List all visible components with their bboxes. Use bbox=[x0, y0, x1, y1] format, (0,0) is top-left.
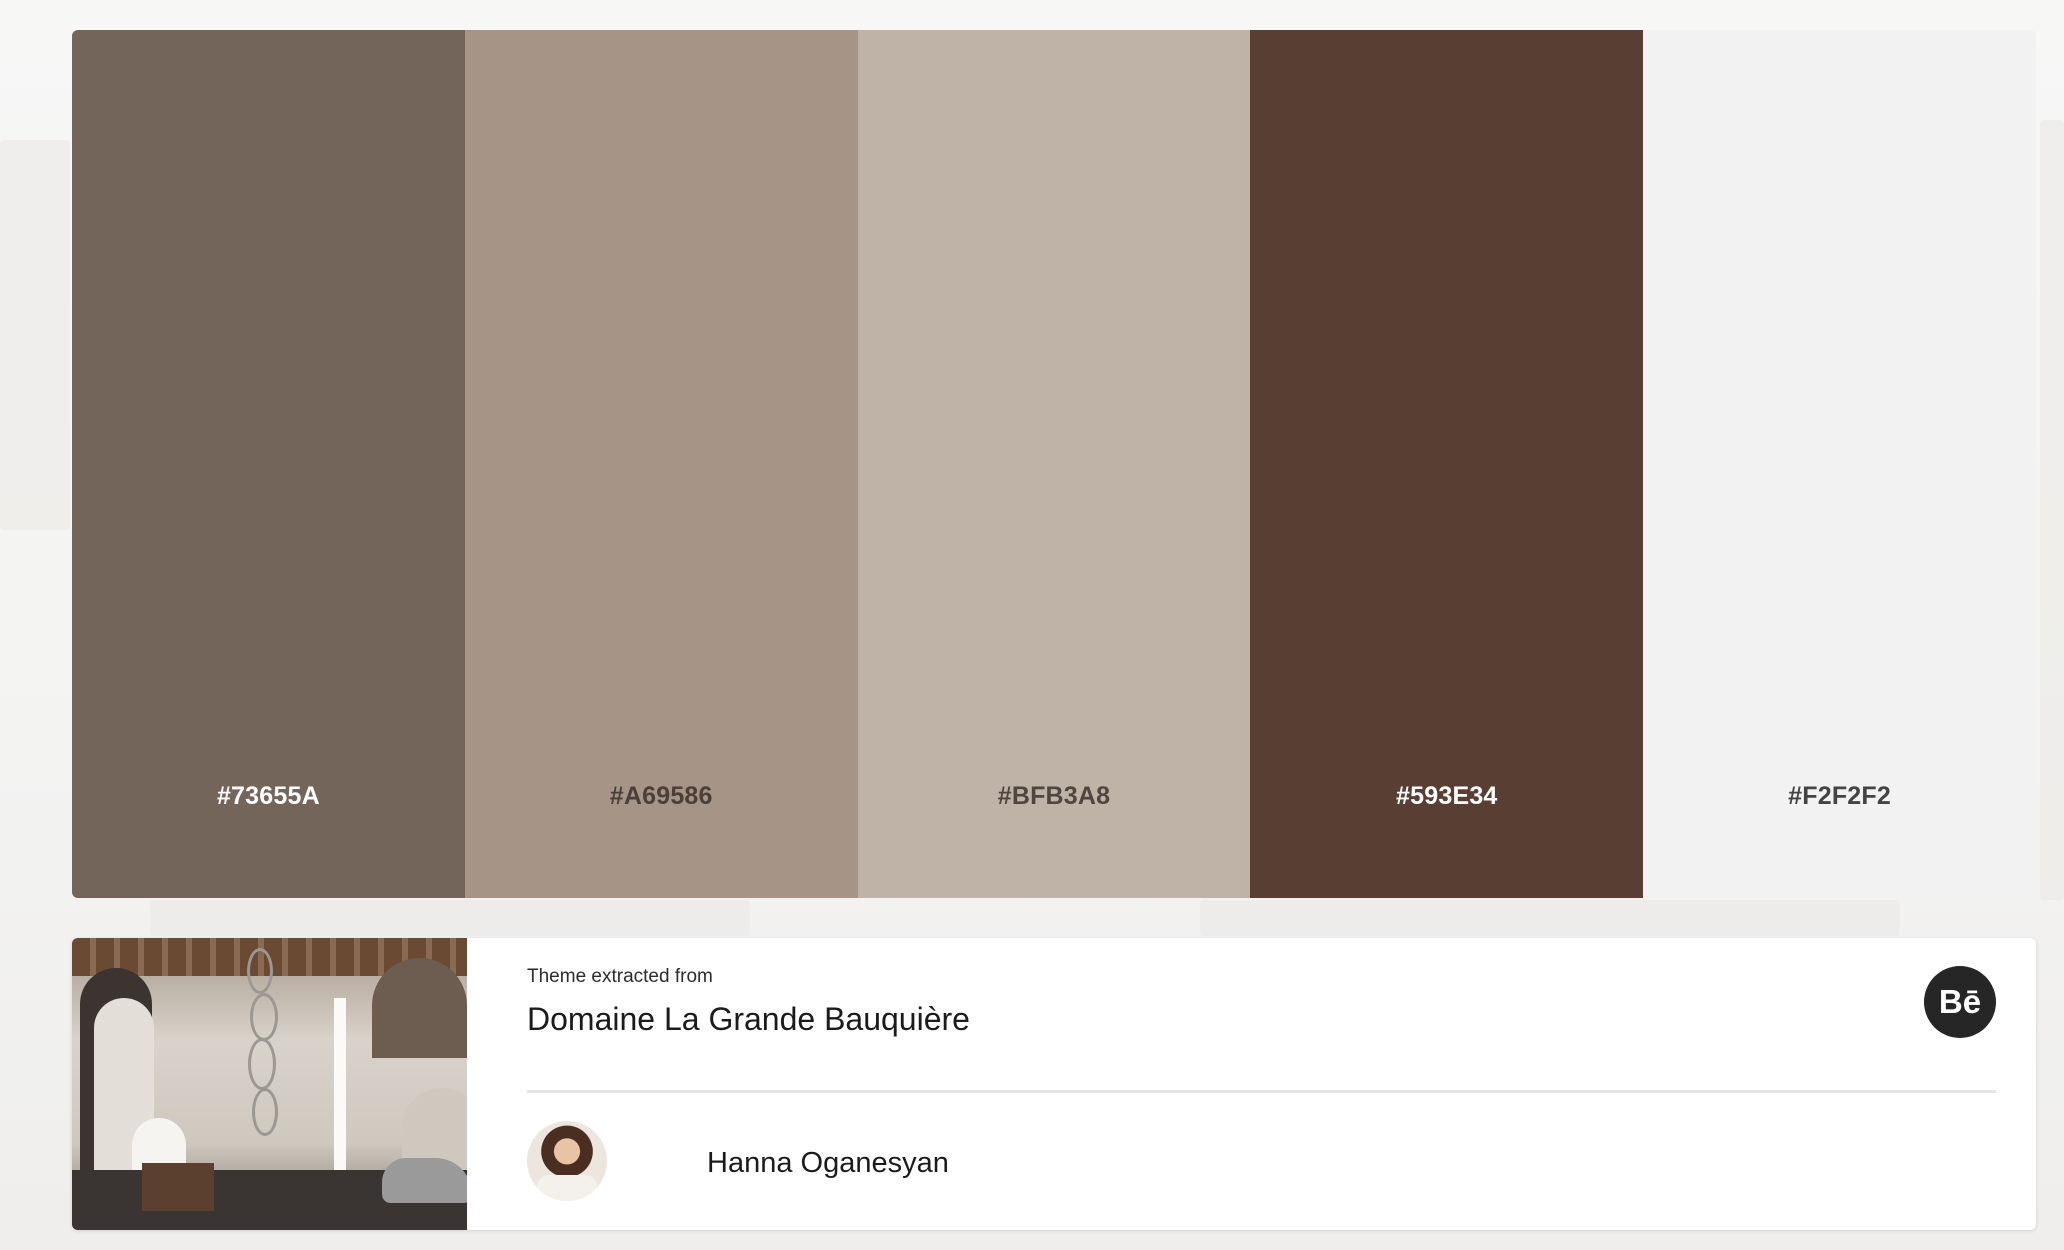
color-hex-label: #73655A bbox=[216, 782, 320, 810]
background-shape bbox=[150, 900, 750, 936]
thumbnail-block bbox=[142, 1163, 214, 1211]
thumbnail-lamp bbox=[247, 948, 273, 994]
color-swatch-1[interactable]: #73655A bbox=[72, 30, 465, 898]
color-hex-label: #BFB3A8 bbox=[997, 782, 1111, 810]
color-swatch-3[interactable]: #BFB3A8 bbox=[857, 30, 1251, 898]
behance-icon[interactable]: Bē bbox=[1924, 966, 1996, 1038]
card-body: Theme extracted from Domaine La Grande B… bbox=[467, 938, 2036, 1230]
divider bbox=[527, 1090, 1996, 1093]
avatar-shirt bbox=[537, 1175, 597, 1201]
thumbnail-lamp bbox=[250, 993, 278, 1041]
thumbnail-arch bbox=[372, 958, 467, 1058]
thumbnail-car bbox=[382, 1158, 467, 1203]
theme-source-card: Theme extracted from Domaine La Grande B… bbox=[72, 938, 2036, 1230]
avatar[interactable] bbox=[527, 1121, 607, 1201]
color-hex-label: #593E34 bbox=[1396, 782, 1498, 810]
thumbnail-lamp bbox=[248, 1038, 276, 1090]
background-shape bbox=[2040, 120, 2064, 900]
color-swatch-5[interactable]: #F2F2F2 bbox=[1643, 30, 2036, 898]
background-shape bbox=[1200, 900, 1900, 936]
author-name-link[interactable]: Hanna Oganesyan bbox=[707, 1147, 949, 1180]
extracted-from-label: Theme extracted from bbox=[527, 966, 713, 987]
background-shape bbox=[0, 140, 70, 530]
color-swatch-4[interactable]: #593E34 bbox=[1250, 30, 1644, 898]
thumbnail-light bbox=[334, 998, 346, 1198]
page: #73655A #A69586 #BFB3A8 #593E34 #F2F2F2 bbox=[0, 0, 2064, 1250]
source-thumbnail[interactable] bbox=[72, 938, 467, 1230]
color-hex-label: #F2F2F2 bbox=[1788, 782, 1891, 810]
color-palette: #73655A #A69586 #BFB3A8 #593E34 #F2F2F2 bbox=[72, 30, 2036, 898]
thumbnail-lamp bbox=[252, 1088, 278, 1136]
color-hex-label: #A69586 bbox=[609, 782, 713, 810]
color-swatch-2[interactable]: #A69586 bbox=[464, 30, 858, 898]
theme-title-link[interactable]: Domaine La Grande Bauquière bbox=[527, 1001, 970, 1038]
